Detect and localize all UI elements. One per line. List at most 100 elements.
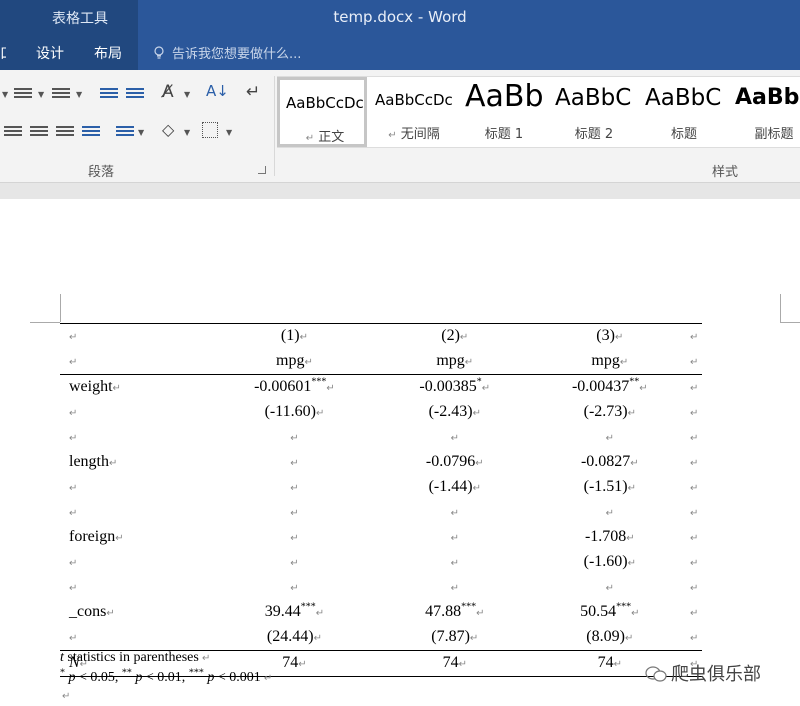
table-cell[interactable]: -0.00437**↵: [530, 375, 690, 401]
table-cell[interactable]: ↵: [530, 500, 690, 525]
table-cell[interactable]: (2)↵: [379, 323, 530, 349]
table-cell[interactable]: -0.00385*↵: [380, 375, 530, 401]
tab-partial[interactable]: 口: [0, 43, 6, 63]
chinese-layout-icon[interactable]: A̸: [162, 82, 174, 102]
table-cell[interactable]: ↵: [380, 550, 530, 575]
table-cell[interactable]: (7.87)↵: [379, 625, 530, 651]
distributed-icon[interactable]: [82, 124, 100, 138]
line-spacing-icon[interactable]: [116, 124, 134, 138]
table-cell[interactable]: ↵: [209, 450, 380, 475]
paragraph-mark: ↵: [326, 383, 335, 394]
table-cell[interactable]: 47.88***↵: [380, 600, 530, 625]
paragraph-mark: ↵: [290, 433, 299, 444]
table-cell[interactable]: ↵: [209, 550, 380, 575]
cell-value: mpg: [276, 352, 305, 369]
sort-icon[interactable]: A↓: [206, 82, 229, 100]
caret-down-icon[interactable]: ▼: [38, 90, 44, 99]
cell-value: (-2.73): [583, 403, 628, 420]
cell-value: -0.0796: [425, 453, 476, 470]
tab-design[interactable]: 设计: [36, 43, 64, 63]
numbering-icon[interactable]: [52, 86, 70, 100]
table-cell[interactable]: ↵: [380, 425, 530, 450]
row-end-mark: ↵: [690, 550, 702, 575]
style-subtitle[interactable]: AaBb 副标题: [729, 77, 800, 147]
shading-icon[interactable]: ◇: [162, 120, 174, 139]
caret-down-icon[interactable]: ▼: [226, 128, 232, 137]
table-cell[interactable]: -0.00601***↵: [209, 375, 380, 401]
style-preview: AaBbC: [645, 85, 722, 111]
style-heading-1[interactable]: AaBb 标题 1: [459, 77, 549, 147]
paragraph-dialog-launcher[interactable]: [258, 166, 266, 174]
paragraph-mark: ↵: [614, 332, 624, 343]
caret-down-icon[interactable]: ▼: [184, 90, 190, 99]
table-cell[interactable]: (-11.60)↵: [209, 400, 380, 425]
table-cell[interactable]: -0.0827↵: [530, 450, 690, 475]
decrease-indent-icon[interactable]: [100, 86, 118, 100]
paragraph-mark: ↵: [315, 608, 325, 619]
table-cell[interactable]: ↵: [209, 575, 380, 600]
table-cell[interactable]: ↵: [530, 425, 690, 450]
watermark-text: 爬虫俱乐部: [671, 664, 761, 685]
table-cell[interactable]: (8.09)↵: [529, 625, 690, 651]
increase-indent-icon[interactable]: [126, 86, 144, 100]
table-cell[interactable]: (-1.51)↵: [530, 475, 690, 500]
table-cell[interactable]: ↵: [380, 500, 530, 525]
align-center-icon[interactable]: [4, 124, 22, 138]
align-right-icon[interactable]: [30, 124, 48, 138]
table-cell[interactable]: ↵: [209, 425, 380, 450]
caret-down-icon[interactable]: ▼: [2, 90, 8, 99]
table-cell[interactable]: (-1.60)↵: [530, 550, 690, 575]
borders-icon[interactable]: [202, 122, 218, 138]
caret-down-icon[interactable]: ▼: [138, 128, 144, 137]
table-cell[interactable]: ↵: [209, 525, 380, 550]
table-cell[interactable]: mpg↵: [529, 349, 690, 375]
table-cell[interactable]: (-2.43)↵: [380, 400, 530, 425]
table-cell[interactable]: ↵: [380, 525, 530, 550]
table-cell[interactable]: -0.0796↵: [380, 450, 530, 475]
regression-table[interactable]: ↵ (1)↵ (2)↵ (3)↵ ↵ ↵ mpg↵ mpg↵ mpg↵ ↵ weight↵ -0.00…: [60, 323, 702, 677]
paragraph-mark: ↵: [112, 383, 121, 394]
row-end-mark: ↵: [690, 625, 702, 651]
table-cell[interactable]: mpg↵: [379, 349, 530, 375]
cell-value: (1): [280, 327, 300, 344]
table-cell[interactable]: (24.44)↵: [209, 625, 380, 651]
table-cell[interactable]: 39.44***↵: [209, 600, 380, 625]
paragraph-mark: ↵: [290, 533, 299, 544]
cell-value: (24.44): [266, 628, 314, 645]
table-row: ↵ (24.44)↵ (7.87)↵ (8.09)↵ ↵: [60, 625, 702, 651]
table-row: ↵ ↵ ↵ (-1.60)↵ ↵: [60, 550, 702, 575]
table-cell[interactable]: (-2.73)↵: [530, 400, 690, 425]
caret-down-icon[interactable]: ▼: [76, 90, 82, 99]
table-cell[interactable]: ↵: [209, 500, 380, 525]
table-cell[interactable]: mpg↵: [209, 349, 380, 375]
style-normal[interactable]: AaBbCcDc ↵ 正文: [277, 77, 367, 147]
group-label-styles: 样式: [712, 165, 739, 180]
show-marks-icon[interactable]: ↵: [246, 82, 260, 102]
paragraph-mark: ↵: [624, 633, 634, 644]
caret-down-icon[interactable]: ▼: [184, 128, 190, 137]
tab-layout[interactable]: 布局: [94, 43, 122, 63]
paragraph-mark: ↵: [627, 408, 636, 419]
cell-value: 39.44: [264, 603, 301, 620]
table-cell[interactable]: ↵: [380, 575, 530, 600]
table-cell[interactable]: ↵: [209, 475, 380, 500]
table-cell[interactable]: 74↵: [379, 650, 530, 677]
style-no-spacing[interactable]: AaBbCcDc ↵ 无间隔: [369, 77, 459, 147]
tell-me-search[interactable]: 告诉我您想要做什么...: [152, 43, 301, 62]
bullets-icon[interactable]: [14, 86, 32, 100]
justify-icon[interactable]: [56, 124, 74, 138]
paragraph-mark: ↵: [690, 332, 699, 343]
table-row: ↵ mpg↵ mpg↵ mpg↵ ↵: [60, 349, 702, 375]
table-cell[interactable]: (-1.44)↵: [380, 475, 530, 500]
significance-stars: ***: [311, 376, 327, 388]
cell-value: 74: [282, 654, 299, 671]
table-cell[interactable]: (1)↵: [209, 323, 380, 349]
style-heading-2[interactable]: AaBbC 标题 2: [549, 77, 639, 147]
table-cell[interactable]: (3)↵: [529, 323, 690, 349]
paragraph-mark: ↵: [690, 357, 699, 368]
style-title[interactable]: AaBbC 标题: [639, 77, 729, 147]
table-cell[interactable]: 50.54***↵: [530, 600, 690, 625]
row-end-mark: ↵: [690, 475, 702, 500]
table-cell[interactable]: -1.708↵: [530, 525, 690, 550]
table-cell[interactable]: ↵: [530, 575, 690, 600]
